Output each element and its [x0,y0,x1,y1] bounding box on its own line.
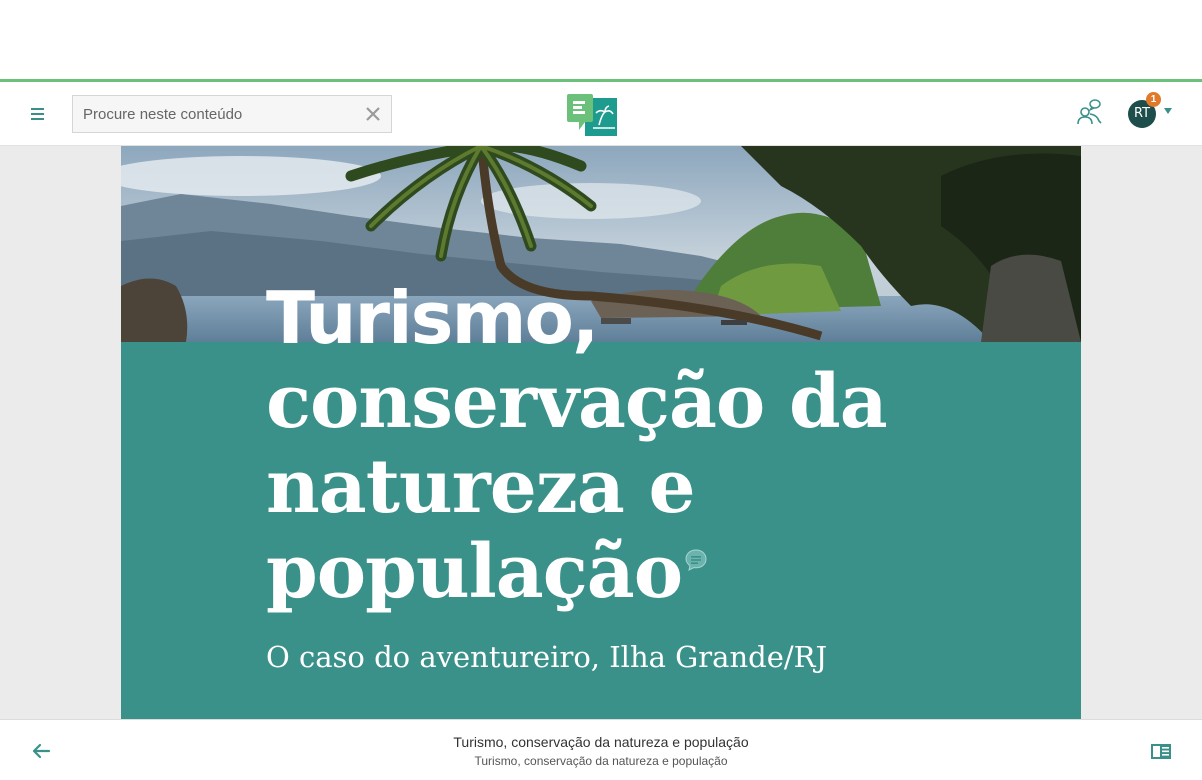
hamburger-icon-line [31,118,44,120]
reader-content: Turismo, conservação da natureza e popul… [0,146,1202,719]
footer-title: Turismo, conservação da natureza e popul… [453,734,749,750]
footer-subtitle: Turismo, conservação da natureza e popul… [474,754,728,768]
cover-title-bold: Turismo, [266,276,599,360]
book-toc-icon[interactable] [1149,740,1173,762]
chevron-down-icon [1164,108,1172,114]
footer-text: Turismo, conservação da natureza e popul… [0,733,1202,769]
cover-title-rest-wrap: conservação da natureza e população [266,360,888,615]
cover-title: Turismo, conservação da natureza e popul… [266,278,966,615]
comment-bubble-icon[interactable] [684,548,708,572]
people-comment-icon[interactable] [1075,98,1103,128]
search-box [72,95,392,133]
notification-badge: 1 [1146,92,1161,107]
book-cover: Turismo, conservação da natureza e popul… [121,146,1081,719]
top-blank-area [0,0,1202,79]
top-bar: RT 1 [0,82,1202,146]
hamburger-icon-line [31,113,44,115]
close-icon[interactable] [362,103,384,125]
book-island-logo[interactable] [565,92,619,138]
bottom-bar: Turismo, conservação da natureza e popul… [0,719,1202,780]
cover-subtitle: O caso do aventureiro, Ilha Grande/RJ [266,640,828,674]
search-input[interactable] [73,96,363,132]
user-menu[interactable]: RT 1 [1126,92,1176,133]
menu-button[interactable] [28,104,48,124]
cover-title-rest: conservação da natureza e população [266,359,888,615]
hamburger-icon [31,108,44,110]
